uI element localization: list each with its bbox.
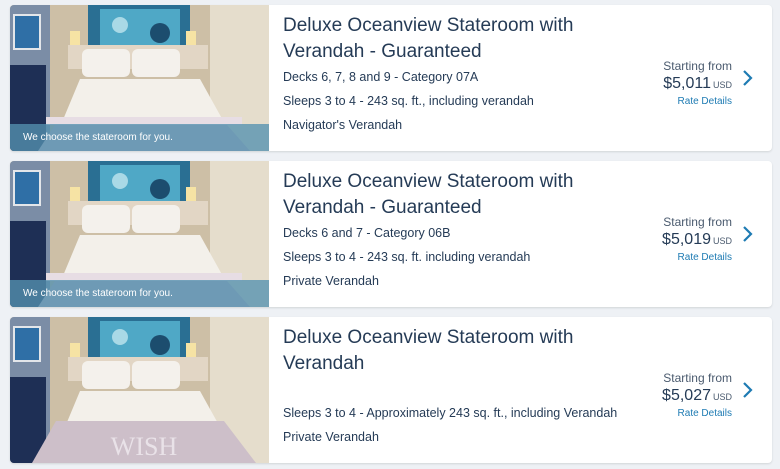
stateroom-photo[interactable]: We choose the stateroom for you.: [10, 161, 269, 307]
stateroom-title[interactable]: Deluxe Oceanview Stateroom with Verandah…: [283, 169, 643, 221]
deck-category: Decks 6 and 7 - Category 06B: [283, 226, 451, 240]
bed-image: WISH: [10, 317, 269, 463]
deck-category: [283, 381, 643, 397]
price-amount: $5,019: [662, 231, 711, 248]
stateroom-photo[interactable]: WISH: [10, 317, 269, 463]
occupancy-size: Sleeps 3 to 4 - Approximately 243 sq. ft…: [283, 406, 618, 420]
rate-details-link[interactable]: Rate Details: [622, 252, 732, 263]
stateroom-card[interactable]: WISH Deluxe Oceanview Stateroom with Ver…: [10, 317, 772, 463]
currency-label: USD: [712, 392, 732, 402]
verandah-type: Private Verandah: [283, 430, 379, 444]
occupancy-size: Sleeps 3 to 4 - 243 sq. ft. including ve…: [283, 250, 531, 264]
starting-from-label: Starting from: [663, 215, 732, 229]
deck-category: Decks 6, 7, 8 and 9 - Category 07A: [283, 70, 479, 84]
rate-details-link[interactable]: Rate Details: [622, 96, 732, 107]
chevron-right-icon[interactable]: [738, 317, 758, 463]
chevron-right-icon[interactable]: [738, 161, 758, 307]
price-amount: $5,027: [662, 387, 711, 404]
rate-details-link[interactable]: Rate Details: [622, 408, 732, 419]
occupancy-size: Sleeps 3 to 4 - 243 sq. ft., including v…: [283, 94, 534, 108]
stateroom-caption: We choose the stateroom for you.: [10, 124, 269, 151]
currency-label: USD: [712, 80, 732, 90]
stateroom-caption: We choose the stateroom for you.: [10, 280, 269, 307]
bedspread-logo: WISH: [111, 432, 178, 461]
verandah-type: Navigator's Verandah: [283, 118, 403, 132]
stateroom-title[interactable]: Deluxe Oceanview Stateroom with Verandah…: [283, 13, 643, 65]
starting-from-label: Starting from: [663, 371, 732, 385]
currency-label: USD: [712, 236, 732, 246]
stateroom-photo[interactable]: We choose the stateroom for you.: [10, 5, 269, 151]
stateroom-card[interactable]: We choose the stateroom for you. Deluxe …: [10, 5, 772, 151]
stateroom-card[interactable]: We choose the stateroom for you. Deluxe …: [10, 161, 772, 307]
starting-from-label: Starting from: [663, 59, 732, 73]
stateroom-title[interactable]: Deluxe Oceanview Stateroom with Verandah: [283, 325, 643, 377]
chevron-right-icon[interactable]: [738, 5, 758, 151]
verandah-type: Private Verandah: [283, 274, 379, 288]
price-amount: $5,011: [663, 75, 711, 92]
